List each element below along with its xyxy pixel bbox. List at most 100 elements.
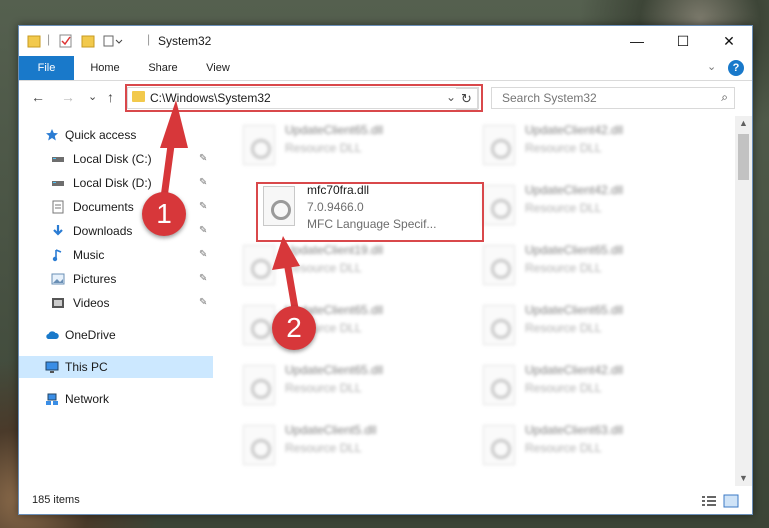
cloud-icon xyxy=(46,331,59,339)
pin-icon[interactable]: ✎ xyxy=(199,244,207,266)
computer-icon xyxy=(45,361,59,373)
ribbon-tabs: File Home Share View ⌄ ? xyxy=(19,56,752,81)
file-name: UpdateClient42.dll xyxy=(525,123,624,137)
file-tile[interactable]: UpdateClient42.dll Resource DLL xyxy=(477,179,697,231)
dll-file-icon xyxy=(243,125,275,165)
up-button[interactable]: ↑ xyxy=(107,89,114,105)
sidebar-item-label: Downloads xyxy=(73,224,133,238)
network-icon xyxy=(46,393,58,405)
tab-home[interactable]: Home xyxy=(79,56,131,80)
dll-file-icon xyxy=(483,305,515,345)
file-tile[interactable]: UpdateClient63.dll Resource DLL xyxy=(477,419,697,471)
back-button[interactable]: ← xyxy=(31,89,45,105)
tab-file[interactable]: File xyxy=(19,56,74,80)
pin-icon[interactable]: ✎ xyxy=(199,268,207,290)
drive-icon xyxy=(52,181,64,186)
pin-icon[interactable]: ✎ xyxy=(199,220,207,242)
sidebar-item-onedrive[interactable]: OneDrive xyxy=(19,324,213,346)
expand-ribbon-icon[interactable]: ⌄ xyxy=(707,60,716,73)
sidebar-item-label: Local Disk (C:) xyxy=(73,152,152,166)
file-tile[interactable]: UpdateClient65.dll Resource DLL xyxy=(477,239,697,291)
file-name: UpdateClient19.dll xyxy=(285,243,384,257)
separator: | xyxy=(147,32,151,46)
large-icons-view-icon[interactable] xyxy=(723,494,739,508)
search-icon[interactable]: ⌕ xyxy=(721,90,728,105)
dll-file-icon xyxy=(243,305,275,345)
pin-icon[interactable]: ✎ xyxy=(199,196,207,218)
maximize-button[interactable]: ☐ xyxy=(660,26,706,56)
file-highlight-box xyxy=(256,182,484,242)
sidebar-item-local-disk-d[interactable]: Local Disk (D:) ✎ xyxy=(19,172,213,194)
sidebar-item-label: Documents xyxy=(73,200,134,214)
file-tile[interactable]: UpdateClient42.dll Resource DLL xyxy=(477,119,697,171)
file-description: Resource DLL xyxy=(285,141,362,155)
close-button[interactable]: ✕ xyxy=(706,26,752,56)
file-name: UpdateClient65.dll xyxy=(525,243,624,257)
recent-locations-button[interactable]: ⌄ xyxy=(88,90,97,103)
file-name: UpdateClient63.dll xyxy=(525,423,624,437)
file-tile[interactable]: UpdateClient65.dll Resource DLL xyxy=(477,299,697,351)
customize-toolbar-icon[interactable] xyxy=(103,33,125,49)
sidebar-item-label: Pictures xyxy=(73,272,117,286)
scrollbar-thumb[interactable] xyxy=(738,134,749,180)
file-tile[interactable]: UpdateClient65.dll Resource DLL xyxy=(237,119,457,171)
file-description: Resource DLL xyxy=(525,381,602,395)
title-bar: | | System32 — ☐ ✕ xyxy=(19,26,752,56)
details-view-icon[interactable] xyxy=(701,495,717,507)
file-description: Resource DLL xyxy=(525,201,602,215)
search-input[interactable] xyxy=(500,90,704,106)
address-highlight-box xyxy=(125,84,483,112)
file-tile[interactable]: UpdateClient5.dll Resource DLL xyxy=(237,419,457,471)
file-tile[interactable]: UpdateClient42.dll Resource DLL xyxy=(477,359,697,411)
step-1-badge: 1 xyxy=(142,192,186,236)
dll-file-icon xyxy=(483,245,515,285)
file-name: UpdateClient65.dll xyxy=(525,303,624,317)
sidebar-item-label: Music xyxy=(73,248,105,262)
file-tile[interactable]: UpdateClient19.dll Resource DLL xyxy=(237,239,457,291)
pin-icon[interactable]: ✎ xyxy=(199,292,207,314)
sidebar-item-music[interactable]: Music ✎ xyxy=(19,244,213,266)
step-2-badge: 2 xyxy=(272,306,316,350)
minimize-button[interactable]: — xyxy=(614,26,660,56)
search-box[interactable]: ⌕ xyxy=(491,87,735,109)
vertical-scrollbar[interactable]: ▲ ▼ xyxy=(735,116,752,486)
separator: | xyxy=(47,32,51,46)
new-folder-icon[interactable] xyxy=(81,33,95,49)
tab-view[interactable]: View xyxy=(195,56,241,80)
file-tile[interactable]: UpdateClient65.dll Resource DLL xyxy=(237,299,457,351)
drive-icon xyxy=(52,157,64,162)
pin-icon[interactable]: ✎ xyxy=(199,148,207,170)
sidebar-item-videos[interactable]: Videos ✎ xyxy=(19,292,213,314)
navigation-pane: Quick access Local Disk (C:) ✎ Local Dis… xyxy=(19,116,213,486)
dll-file-icon xyxy=(243,425,275,465)
sidebar-item-network[interactable]: Network xyxy=(19,388,213,410)
sidebar-item-quick-access[interactable]: Quick access xyxy=(19,124,213,146)
sidebar-item-label: Videos xyxy=(73,296,110,310)
scroll-up-icon[interactable]: ▲ xyxy=(739,118,748,128)
pin-icon[interactable]: ✎ xyxy=(199,172,207,194)
videos-icon xyxy=(52,298,64,308)
file-description: Resource DLL xyxy=(525,321,602,335)
file-tile[interactable]: UpdateClient65.dll Resource DLL xyxy=(237,359,457,411)
forward-button[interactable]: → xyxy=(61,89,75,105)
file-list: UpdateClient65.dll Resource DLL UpdateCl… xyxy=(215,116,735,486)
help-icon[interactable]: ? xyxy=(728,60,744,76)
file-name: UpdateClient42.dll xyxy=(525,183,624,197)
sidebar-item-pictures[interactable]: Pictures ✎ xyxy=(19,268,213,290)
dll-file-icon xyxy=(483,125,515,165)
file-description: Resource DLL xyxy=(525,141,602,155)
tab-share[interactable]: Share xyxy=(137,56,189,80)
sidebar-item-local-disk-c[interactable]: Local Disk (C:) ✎ xyxy=(19,148,213,170)
star-icon xyxy=(46,129,58,141)
download-icon xyxy=(53,225,63,236)
sidebar-item-this-pc[interactable]: This PC xyxy=(19,356,213,378)
file-description: Resource DLL xyxy=(525,441,602,455)
properties-icon[interactable] xyxy=(59,33,73,49)
navigation-bar: ← → ⌄ ↑ C:\Windows\System32 ⌄ ↻ ⌕ xyxy=(19,81,752,115)
file-description: Resource DLL xyxy=(285,261,362,275)
folder-icon xyxy=(27,35,41,48)
item-count: 185 items xyxy=(32,494,80,506)
sidebar-item-label: This PC xyxy=(65,360,108,374)
scroll-down-icon[interactable]: ▼ xyxy=(739,473,748,483)
sidebar-item-label: Network xyxy=(65,392,110,406)
